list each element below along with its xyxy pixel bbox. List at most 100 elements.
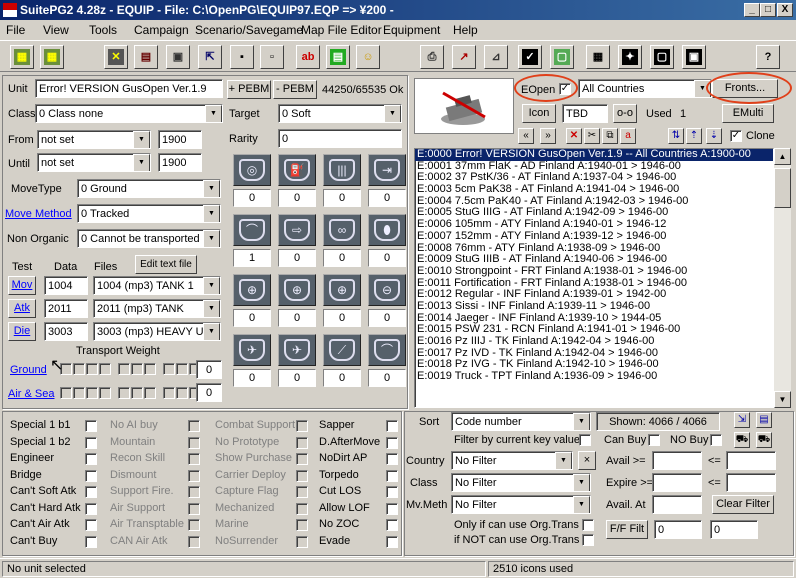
unit-list-row[interactable]: E:0019 Truck - TPT Finland A:1936-09 > 1… [415, 370, 773, 383]
stat-value-field[interactable]: 0 [233, 189, 271, 207]
abc-spell-icon[interactable]: ab [296, 45, 320, 69]
move-method-select[interactable]: 0 Tracked [77, 204, 221, 223]
list-first-button[interactable]: « [518, 128, 534, 144]
delete-button[interactable]: ✕ [566, 128, 582, 144]
transport-weight-box[interactable] [163, 387, 175, 399]
only-if-checkbox[interactable] [582, 519, 594, 531]
stat-value-field[interactable]: 0 [278, 369, 316, 387]
unit-list-row[interactable]: E:0010 Strongpoint - FRT Finland A:1938-… [415, 265, 773, 278]
stat-value-field[interactable]: 0 [233, 369, 271, 387]
filter-by-key-checkbox[interactable] [579, 434, 591, 446]
flag-checkbox[interactable] [188, 420, 200, 432]
move-down-icon[interactable]: ⇣ [706, 128, 722, 144]
atk-file-select[interactable]: 2011 (mp3) TANK [93, 299, 221, 318]
clear-filter-button[interactable]: Clear Filter [712, 495, 774, 514]
close-button[interactable]: X [777, 3, 793, 17]
stat-value-field[interactable]: 0 [278, 249, 316, 267]
stat-value-field[interactable]: 0 [368, 189, 406, 207]
unit-name-field[interactable]: Error! VERSION GusOpen Ver.1.9 [35, 79, 223, 98]
menu-scenario[interactable]: Scenario/Savegame [195, 23, 303, 37]
ground-defense-icon[interactable]: ✈ [233, 334, 271, 366]
close-defense-icon[interactable]: ⟋ [323, 334, 361, 366]
transport-weight-box[interactable] [144, 363, 156, 375]
oo-button[interactable]: o-o [613, 104, 637, 123]
face-icon[interactable]: ☺ [356, 45, 380, 69]
move-up-icon[interactable]: ⇡ [686, 128, 702, 144]
air-sea-link[interactable]: Air & Sea [8, 388, 54, 400]
flag-checkbox[interactable] [296, 436, 308, 449]
transport-weight-box[interactable] [118, 387, 130, 399]
sort-select[interactable]: Code number [451, 412, 591, 431]
air-attack-icon[interactable]: ⊕ [323, 274, 361, 306]
die-data-field[interactable]: 3003 [44, 322, 88, 341]
save-list-icon[interactable]: ▤ [756, 412, 772, 428]
scroll-down-icon[interactable]: ▼ [774, 391, 791, 408]
flag-checkbox[interactable] [386, 502, 398, 515]
binoculars-icon[interactable]: ∞ [323, 214, 361, 246]
target-select[interactable]: 0 Soft [278, 104, 402, 123]
avail-to-field[interactable] [726, 451, 776, 470]
flag-checkbox[interactable] [188, 535, 200, 548]
flag-checkbox[interactable] [386, 519, 398, 531]
preview-icon[interactable]: ▢ [550, 45, 574, 69]
movetype-select[interactable]: 0 Ground [77, 179, 221, 198]
transport-weight-box[interactable] [60, 387, 72, 399]
menu-equipment[interactable]: Equipment [383, 23, 440, 37]
flag-checkbox[interactable] [188, 486, 200, 498]
flag-checkbox[interactable] [188, 502, 200, 515]
die-file-select[interactable]: 3003 (mp3) HEAVY U [93, 322, 221, 341]
stat-value-field[interactable]: 0 [233, 309, 271, 327]
clone-checkbox[interactable]: ✓ [730, 130, 742, 142]
move-icon[interactable]: ⇨ [278, 214, 316, 246]
class-filter-select[interactable]: No Filter [451, 473, 591, 492]
maximize-button[interactable]: □ [760, 3, 776, 17]
pdf-icon[interactable]: ▤ [134, 45, 158, 69]
rarity-field[interactable]: 0 [278, 129, 402, 148]
map-icon[interactable]: ▦ [10, 45, 34, 69]
unit-list-row[interactable]: E:0013 Sissi - INF Finland A:1939-11 > 1… [415, 300, 773, 313]
flag-checkbox[interactable] [296, 469, 308, 482]
menu-tools[interactable]: Tools [89, 23, 117, 37]
stat-value-field[interactable]: 0 [278, 189, 316, 207]
move-method-link[interactable]: Move Method [5, 208, 72, 220]
hard-attack-icon[interactable]: ⊕ [278, 274, 316, 306]
flag-checkbox[interactable] [296, 453, 308, 465]
sort-icon[interactable]: ⇅ [668, 128, 684, 144]
naval-attack-icon[interactable]: ⊖ [368, 274, 406, 306]
flag-checkbox[interactable] [296, 519, 308, 531]
menu-help[interactable]: Help [453, 23, 478, 37]
window-icon[interactable]: ▢ [650, 45, 674, 69]
stat-value-field[interactable]: 0 [368, 309, 406, 327]
buy-cart-icon[interactable]: ⛟ [734, 432, 750, 448]
transport-weight-box[interactable] [73, 387, 85, 399]
transport-weight-box[interactable] [86, 387, 98, 399]
air-defense-icon[interactable]: ✈ [278, 334, 316, 366]
transport-weight-box[interactable] [99, 387, 111, 399]
transport-weight-box[interactable] [73, 363, 85, 375]
list-last-button[interactable]: » [540, 128, 556, 144]
non-organic-select[interactable]: 0 Cannot be transported [77, 229, 221, 248]
expire-to-field[interactable] [726, 473, 776, 492]
spotting-icon[interactable]: ⇥ [368, 154, 406, 186]
flag-checkbox[interactable] [386, 469, 398, 482]
stat-value-field[interactable]: 0 [323, 189, 361, 207]
tbd-field[interactable]: TBD [562, 104, 608, 123]
icon-button[interactable]: Icon [522, 104, 556, 123]
graph-icon[interactable]: ↗ [452, 45, 476, 69]
flag-checkbox[interactable] [188, 453, 200, 465]
grid-icon[interactable]: ▦ [40, 45, 64, 69]
abc-green-icon[interactable]: ▤ [326, 45, 350, 69]
ff-value-b-field[interactable]: 0 [710, 520, 758, 539]
flag-checkbox[interactable] [386, 535, 398, 548]
clear-country-button[interactable]: × [578, 451, 596, 470]
unit-list-row[interactable]: E:0007 152mm - ATY Finland A:1939-12 > 1… [415, 230, 773, 243]
transport-weight-box[interactable] [131, 363, 143, 375]
transport-weight-box[interactable] [131, 387, 143, 399]
soft-attack-icon[interactable]: ⊕ [233, 274, 271, 306]
airsea-weight-field[interactable]: 0 [196, 383, 222, 402]
atk-sound-button[interactable]: Atk [8, 299, 36, 318]
flag-checkbox[interactable] [85, 453, 97, 465]
export-icon[interactable]: ⇱ [198, 45, 222, 69]
flag-checkbox[interactable] [296, 502, 308, 515]
unit-list[interactable]: E:0000 Error! VERSION GusOpen Ver.1.9 --… [414, 148, 774, 408]
